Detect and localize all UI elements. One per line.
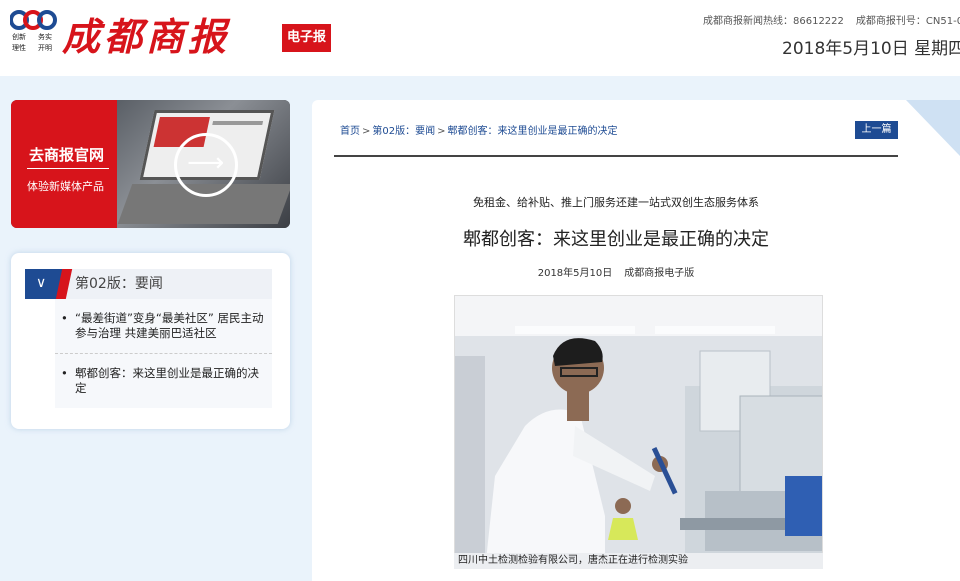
breadcrumb: 首页 > 第02版：要闻 > 郫都创客：来这里创业是最正确的决定 [340,126,618,137]
edition-article-link[interactable]: 郫都创客：来这里创业是最正确的决定 [55,353,272,408]
chevron-down-icon: ∨ [36,275,47,291]
arrow-right-icon: ⟶ [187,148,225,178]
cdd-rings-icon [10,10,57,30]
edition-card: 第02版：要闻 ∨ “最差街道”变身“最美社区” 居民主动参与治理 共建美丽巴适… [11,253,290,429]
logo-tag: 创新 [12,33,26,41]
edition-article-list: “最差街道”变身“最美社区” 居民主动参与治理 共建美丽巴适社区 郫都创客：来这… [55,299,272,408]
logo-tag: 务实 [38,33,52,41]
promo-title: 去商报官网 [29,146,105,164]
edition-toggle-button[interactable]: ∨ [25,269,73,299]
photo-caption: 四川中土检测检验有限公司，唐杰正在进行检测实验 [454,553,823,569]
header-date: 2018年5月10日 星期四 [782,39,960,59]
logo-tag: 理性 [12,44,26,52]
previous-article-button[interactable]: 上一篇 [855,121,898,139]
breadcrumb-current[interactable]: 郫都创客：来这里创业是最正确的决定 [448,126,618,137]
hotline-text: 成都商报新闻热线：86612222 [703,16,844,27]
breadcrumb-home[interactable]: 首页 [340,126,360,137]
article-source: 成都商报电子版 [624,268,695,279]
header-info: 成都商报新闻热线：86612222 成都商报刊号：CN51-0071 [703,12,960,27]
brand-title[interactable]: 成都商报 [62,6,230,61]
edition-article-link[interactable]: “最差街道”变身“最美社区” 居民主动参与治理 共建美丽巴适社区 [55,299,272,353]
title-rule [334,155,898,157]
corner-decoration [906,100,960,156]
article-headline: 郫都创客：来这里创业是最正确的决定 [463,229,769,250]
lab-photo-illustration [455,296,822,568]
breadcrumb-page[interactable]: 第02版：要闻 [372,126,435,137]
article-photo[interactable] [454,295,823,569]
cdd-logo[interactable]: 创新 务实 理性 开明 [8,6,58,54]
article-meta: 2018年5月10日 成都商报电子版 [334,264,898,279]
brand-badge: 电子报 [282,24,331,52]
promo-divider [27,168,109,169]
promo-banner[interactable]: 去商报官网 体验新媒体产品 ⟶ [11,100,290,228]
promo-subtitle: 体验新媒体产品 [27,180,104,193]
logo-tag: 开明 [38,44,52,52]
edition-label[interactable]: 第02版：要闻 [55,269,272,299]
issue-number: 成都商报刊号：CN51-0071 [855,16,960,27]
article-date: 2018年5月10日 [537,268,613,279]
site-header: 创新 务实 理性 开明 成都商报 电子报 成都商报新闻热线：86612222 成都… [0,0,960,76]
article-subhead: 免租金、给补贴、推上门服务还建一站式双创生态服务体系 [473,196,759,209]
